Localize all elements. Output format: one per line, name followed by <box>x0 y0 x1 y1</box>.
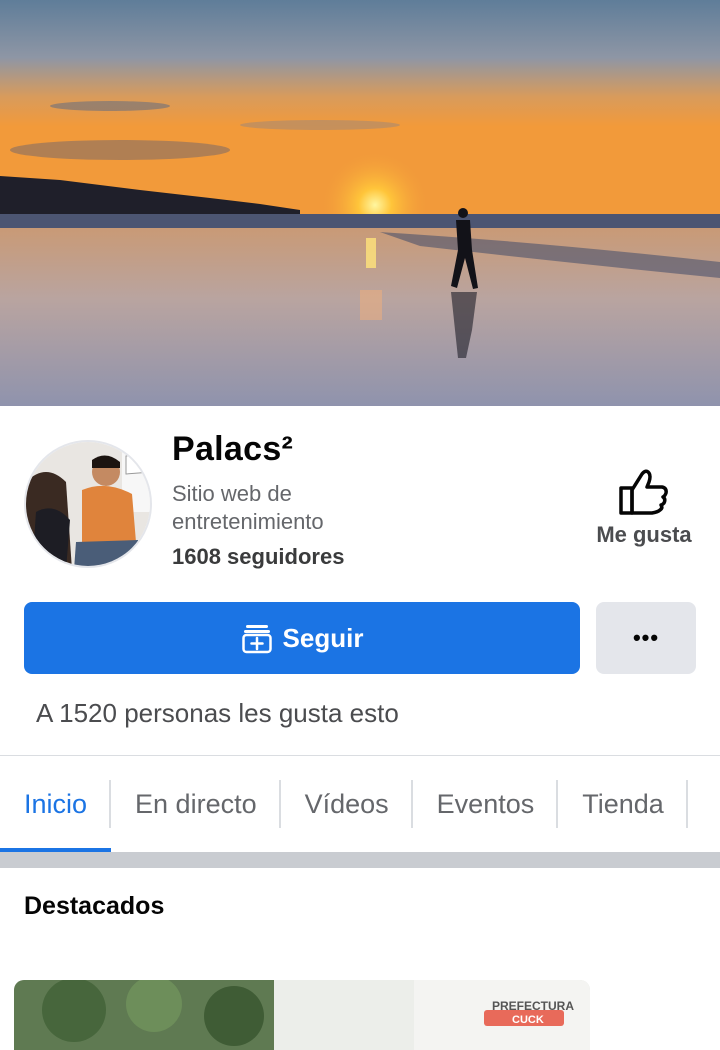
tab-label: En directo <box>135 788 257 819</box>
tab-tienda[interactable]: Tienda <box>558 756 688 852</box>
cover-photo-image <box>0 0 720 406</box>
follow-plus-icon <box>241 625 272 654</box>
followers-count[interactable]: 1608 seguidores <box>172 544 344 570</box>
featured-sign-text-2: CUCK <box>512 1014 544 1026</box>
tab-eventos[interactable]: Eventos <box>413 756 559 852</box>
featured-card[interactable]: PREFECTURA CUCK <box>14 980 590 1050</box>
tab-label: Eventos <box>436 788 535 819</box>
tab-label: Vídeos <box>304 788 389 819</box>
page-category: Sitio web de entretenimiento <box>172 481 324 534</box>
featured-sign-text: PREFECTURA <box>492 999 574 1013</box>
thumbs-up-icon <box>619 469 668 515</box>
tab-separator <box>685 780 688 828</box>
follow-button[interactable]: Seguir <box>24 602 580 674</box>
page-name: Palacs² <box>172 430 294 468</box>
tab-inicio[interactable]: Inicio <box>0 756 112 852</box>
page-tabs: Inicio En directo Vídeos Eventos Tienda <box>0 756 720 852</box>
featured-card-image: PREFECTURA CUCK <box>14 980 590 1050</box>
page-avatar[interactable] <box>24 440 152 568</box>
tab-label: Tienda <box>582 788 664 819</box>
featured-title: Destacados <box>24 892 165 920</box>
like-label: Me gusta <box>596 522 692 547</box>
like-button[interactable]: Me gusta <box>588 466 700 562</box>
likes-summary[interactable]: A 1520 personas les gusta esto <box>36 698 399 729</box>
tab-en-directo[interactable]: En directo <box>111 756 281 852</box>
section-separator <box>0 852 720 868</box>
follow-label: Seguir <box>282 622 364 653</box>
tab-label: Inicio <box>24 788 88 819</box>
cover-photo[interactable] <box>0 0 720 406</box>
more-dots-icon: ••• <box>632 625 660 650</box>
avatar-image <box>26 442 150 566</box>
tab-videos[interactable]: Vídeos <box>281 756 413 852</box>
more-options-button[interactable]: ••• <box>596 602 696 674</box>
